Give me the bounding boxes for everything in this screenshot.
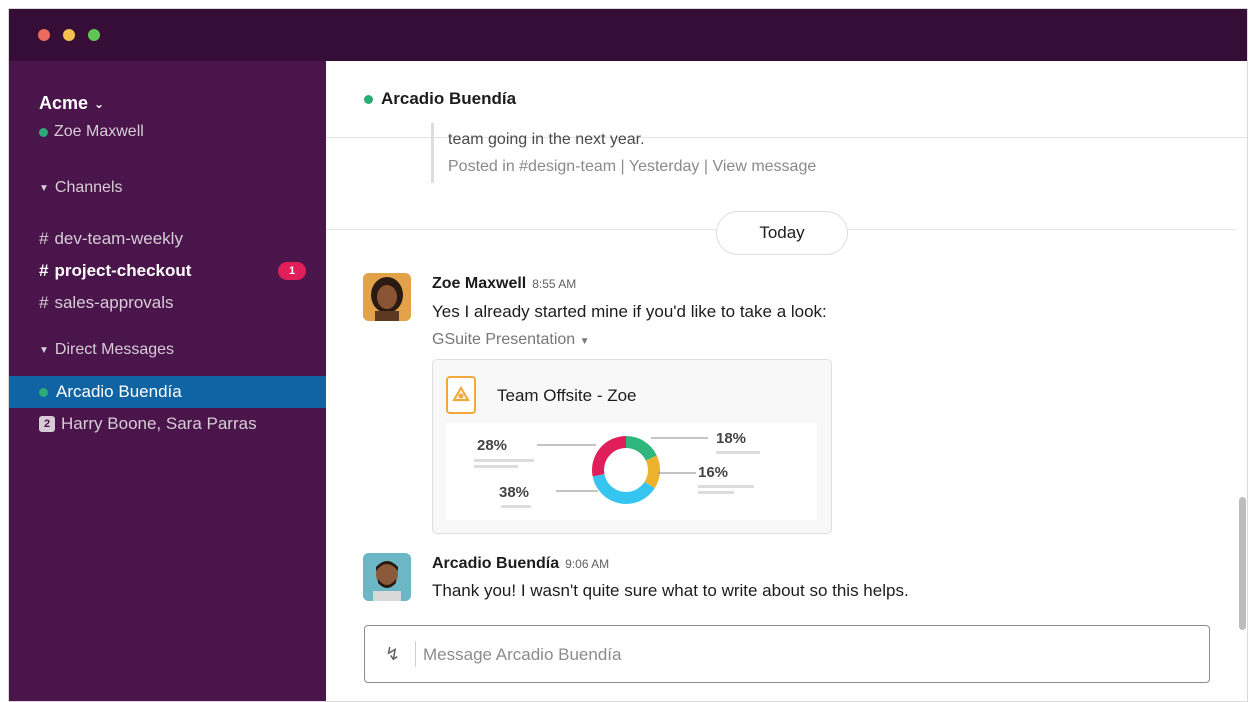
chevron-down-icon: ⌄	[94, 96, 105, 111]
title-bar	[9, 9, 1247, 61]
avatar[interactable]	[363, 553, 411, 601]
lightning-bolt-icon[interactable]: ↯	[385, 644, 400, 665]
conversation-title[interactable]: Arcadio Buendía	[364, 89, 516, 109]
message-author[interactable]: Arcadio Buendía 9:06 AM	[432, 555, 609, 573]
avatar[interactable]	[363, 273, 411, 321]
hash-icon: #	[39, 293, 49, 312]
message-author[interactable]: Zoe Maxwell 8:55 AM	[432, 275, 576, 293]
author-name: Arcadio Buendía	[432, 555, 560, 572]
placeholder-line	[698, 485, 754, 488]
slides-glyph	[452, 386, 470, 402]
placeholder-line	[716, 451, 760, 454]
author-name: Zoe Maxwell	[432, 275, 527, 292]
attachment-label[interactable]: GSuite Presentation ▼	[432, 331, 590, 349]
sidebar-item-dev-team-weekly[interactable]: # dev-team-weekly	[9, 223, 326, 255]
sidebar: Acme ⌄ Zoe Maxwell ▼ Channels # dev-team…	[9, 61, 326, 701]
app-window: Acme ⌄ Zoe Maxwell ▼ Channels # dev-team…	[8, 8, 1248, 702]
workspace-name: Acme	[39, 93, 89, 113]
previous-message-meta: Posted in #design-team | Yesterday | Vie…	[448, 158, 816, 176]
conversation-pane: Arcadio Buendía team going in the next y…	[326, 61, 1247, 701]
composer-separator	[415, 641, 416, 667]
presence-icon	[39, 127, 48, 137]
donut-chart: 28% 38% 18% 16%	[446, 423, 817, 520]
placeholder-line	[698, 491, 734, 494]
message-timestamp[interactable]: 9:06 AM	[565, 557, 609, 571]
caret-down-icon: ▼	[579, 336, 590, 347]
channel-name: sales-approvals	[54, 293, 174, 312]
view-message-link[interactable]: View message	[712, 158, 816, 175]
workspace-switcher[interactable]: Acme ⌄	[39, 93, 104, 114]
quote-bar	[431, 123, 434, 183]
previous-meta-text: Posted in #design-team | Yesterday |	[448, 158, 713, 175]
placeholder-line	[474, 465, 518, 468]
close-window-button[interactable]	[38, 29, 50, 41]
minimize-window-button[interactable]	[63, 29, 75, 41]
scrollbar-thumb[interactable]	[1239, 497, 1246, 630]
channels-header-label: Channels	[54, 179, 123, 196]
hash-icon: #	[39, 261, 49, 280]
message-timestamp[interactable]: 8:55 AM	[532, 277, 576, 291]
data-label-16: 16%	[698, 464, 728, 481]
presence-icon	[364, 94, 373, 104]
donut-hole	[604, 448, 648, 492]
message-input[interactable]	[423, 641, 1193, 669]
caret-down-icon: ▼	[39, 182, 49, 194]
data-label-38: 38%	[499, 484, 529, 501]
sidebar-item-group-dm[interactable]: 2 Harry Boone, Sara Parras	[9, 408, 326, 440]
presence-icon	[39, 387, 48, 397]
date-divider-today[interactable]: Today	[716, 211, 848, 255]
dm-name: Arcadio Buendía	[56, 382, 182, 401]
caret-down-icon: ▼	[39, 344, 49, 356]
avatar-zoe-image	[363, 273, 411, 321]
donut-chart-svg: 28% 38% 18% 16%	[474, 430, 760, 508]
current-user[interactable]: Zoe Maxwell	[39, 123, 144, 141]
current-user-name: Zoe Maxwell	[54, 123, 144, 140]
hash-icon: #	[39, 229, 49, 248]
placeholder-line	[474, 459, 534, 462]
attachment-card[interactable]: Team Offsite - Zoe 28% 38% 18% 16%	[432, 359, 832, 534]
slides-icon	[446, 376, 476, 414]
conversation-title-label: Arcadio Buendía	[381, 89, 517, 108]
sidebar-item-arcadio-buendia[interactable]: Arcadio Buendía	[9, 376, 326, 408]
data-label-28: 28%	[477, 437, 507, 454]
unread-badge: 1	[278, 262, 306, 280]
placeholder-line	[501, 505, 531, 508]
avatar-arcadio-image	[363, 553, 411, 601]
data-label-18: 18%	[716, 430, 746, 447]
maximize-window-button[interactable]	[88, 29, 100, 41]
dms-header-label: Direct Messages	[54, 341, 175, 358]
conversation-header: Arcadio Buendía	[326, 61, 1247, 138]
direct-messages-section-header[interactable]: ▼ Direct Messages	[39, 341, 174, 359]
sidebar-item-sales-approvals[interactable]: # sales-approvals	[9, 287, 326, 319]
message-text: Thank you! I wasn't quite sure what to w…	[432, 581, 909, 600]
message-composer: ↯	[364, 625, 1210, 683]
attachment-label-text: GSuite Presentation	[432, 331, 576, 348]
channel-name: dev-team-weekly	[54, 229, 183, 248]
sidebar-item-project-checkout[interactable]: # project-checkout 1	[9, 255, 326, 287]
channels-section-header[interactable]: ▼ Channels	[39, 179, 123, 197]
dm-name: Harry Boone, Sara Parras	[61, 414, 257, 433]
previous-message-text: team going in the next year.	[448, 131, 645, 148]
channel-name: project-checkout	[54, 261, 192, 280]
message-text: Yes I already started mine if you'd like…	[432, 302, 827, 321]
attachment-title: Team Offsite - Zoe	[497, 386, 637, 405]
member-count-badge: 2	[39, 416, 55, 432]
